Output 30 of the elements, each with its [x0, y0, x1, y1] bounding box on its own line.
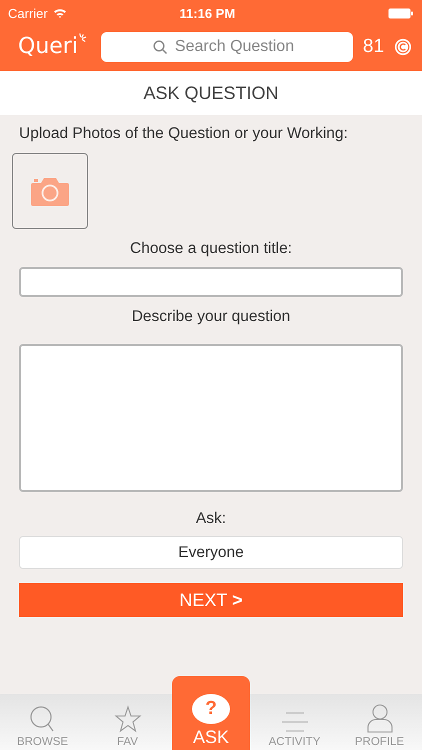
coin-icon	[394, 36, 412, 56]
next-button[interactable]: NEXT >	[19, 583, 403, 617]
camera-icon	[30, 176, 70, 206]
app-logo: Queri	[18, 34, 78, 59]
tab-item[interactable]: ? ASK	[172, 676, 250, 750]
tab-item[interactable]: ACTIVITY	[252, 696, 337, 750]
tab-item[interactable]: BROWSE	[0, 696, 85, 750]
description-label: Describe your question	[130, 308, 292, 326]
upload-label: Upload Photos of the Question or your Working:	[19, 125, 349, 143]
description-input[interactable]	[19, 344, 403, 492]
title-input[interactable]	[19, 267, 403, 297]
person-icon	[366, 703, 392, 733]
title-label: Choose a question title:	[129, 240, 293, 258]
tab-item[interactable]: FAV	[85, 696, 170, 750]
tab-item[interactable]: PROFILE	[337, 696, 422, 750]
clock-time: 11:16 PM	[178, 6, 236, 20]
audience-selector[interactable]: Everyone	[19, 536, 403, 569]
photo-upload-button[interactable]	[12, 153, 88, 229]
sparkle-icon	[78, 32, 87, 44]
battery-icon	[388, 8, 414, 18]
page-header: ASK QUESTION	[0, 71, 422, 115]
question-bubble-icon: ?	[192, 694, 230, 724]
wifi-icon	[52, 8, 67, 18]
search-field[interactable]: Search Question	[100, 32, 353, 62]
search-icon	[28, 705, 56, 733]
star-icon	[114, 705, 142, 733]
ask-label: Ask:	[194, 510, 228, 528]
credit-count: 81	[362, 36, 384, 58]
carrier-label: Carrier	[8, 6, 48, 20]
menu-icon	[280, 711, 310, 733]
